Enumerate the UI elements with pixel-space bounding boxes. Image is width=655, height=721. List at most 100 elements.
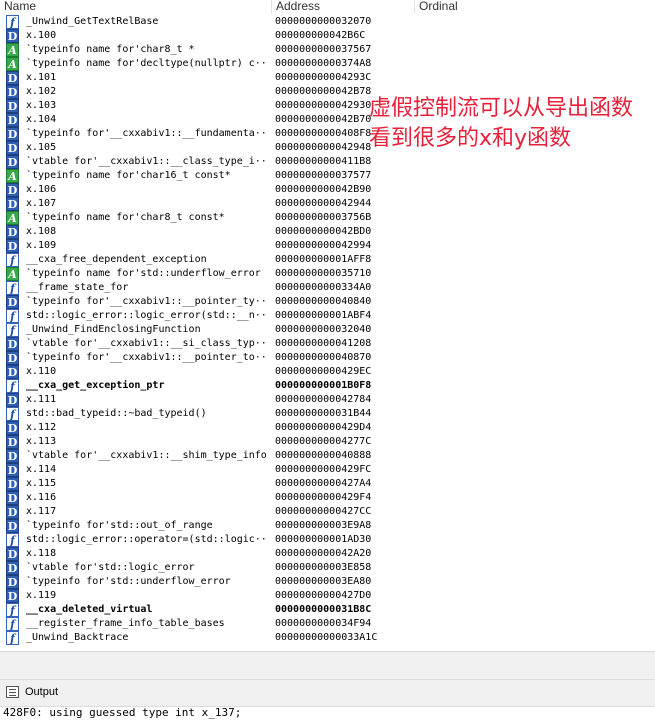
export-name: `typeinfo for'__cxxabiv1::__fundamenta··… — [26, 128, 268, 139]
export-name: _Unwind_GetTextRelBase — [26, 16, 159, 27]
output-pane-title: Output — [25, 686, 59, 698]
export-row[interactable]: Dx.117 00000000000427CC — [0, 505, 655, 519]
function-icon: f — [6, 323, 19, 337]
export-name: `typeinfo name for'char8_t * — [26, 44, 195, 55]
export-row[interactable]: Dx.118 0000000000042A20 — [0, 547, 655, 561]
export-row[interactable]: Dx.113 000000000004277C — [0, 435, 655, 449]
export-name: _Unwind_Backtrace — [26, 632, 129, 643]
export-row[interactable]: f __frame_state_for 00000000000334A0 — [0, 281, 655, 295]
export-address: 000000000004277C — [275, 436, 372, 447]
export-address: 000000000003756B — [275, 212, 372, 223]
export-row[interactable]: D `vtable for'__cxxabiv1::__shim_type_inf… — [0, 449, 655, 463]
export-row[interactable]: f std::logic_error::operator=(std::logic·… — [0, 533, 655, 547]
export-row[interactable]: A `typeinfo name for'decltype(nullptr) c·… — [0, 57, 655, 71]
export-name: x.107 — [26, 198, 57, 209]
export-row[interactable]: f _Unwind_Backtrace 00000000000033A1C — [0, 631, 655, 645]
export-address: 0000000000041208 — [275, 338, 372, 349]
export-name: x.118 — [26, 548, 57, 559]
export-name: `typeinfo name for'decltype(nullptr) c··… — [26, 58, 268, 69]
export-name: x.119 — [26, 590, 57, 601]
annotation-line-2: 看到很多的x和y函数 — [369, 126, 572, 151]
annotation-line-1: 虚假控制流可以从导出函数 — [369, 96, 634, 121]
export-row[interactable]: f _Unwind_FindEnclosingFunction 0000000000… — [0, 323, 655, 337]
export-address: 00000000000374A8 — [275, 58, 372, 69]
data-icon: D — [6, 29, 19, 43]
export-row[interactable]: D `vtable for'std::logic_error 00000000000… — [0, 561, 655, 575]
export-name: __frame_state_for — [26, 282, 129, 293]
export-row[interactable]: D `vtable for'__cxxabiv1::__class_type_i·… — [0, 155, 655, 169]
export-row[interactable]: f __register_frame_info_table_bases 000000… — [0, 617, 655, 631]
export-row[interactable]: Dx.119 00000000000427D0 — [0, 589, 655, 603]
export-row[interactable]: A `typeinfo name for'char8_t const* 000000… — [0, 211, 655, 225]
export-address: 000000000003E9A8 — [275, 520, 372, 531]
data-icon: D — [6, 435, 19, 449]
horizontal-scrollbar[interactable] — [0, 651, 655, 679]
export-row[interactable]: f __cxa_get_exception_ptr 000000000001B0F8 — [0, 379, 655, 393]
data-icon: D — [6, 519, 19, 533]
data-icon: D — [6, 421, 19, 435]
export-name: x.115 — [26, 478, 57, 489]
export-name: `typeinfo name for'char8_t const* — [26, 212, 225, 223]
data-icon: D — [6, 337, 19, 351]
export-name: __register_frame_info_table_bases — [26, 618, 225, 629]
export-address: 0000000000042994 — [275, 240, 372, 251]
function-icon: f — [6, 617, 19, 631]
export-row[interactable]: Dx.101 000000000004293C — [0, 71, 655, 85]
export-row[interactable]: f __cxa_free_dependent_exception 000000000… — [0, 253, 655, 267]
export-address: 000000000003EA80 — [275, 576, 372, 587]
export-address: 00000000000427CC — [275, 506, 372, 517]
string-icon: A — [6, 57, 19, 71]
export-name: x.104 — [26, 114, 57, 125]
export-name: `typeinfo for'__cxxabiv1::__pointer_ty··… — [26, 296, 268, 307]
export-row[interactable]: A `typeinfo name for'char16_t const* 00000… — [0, 169, 655, 183]
export-row[interactable]: f __cxa_deleted_virtual 0000000000031B8C — [0, 603, 655, 617]
export-row[interactable]: Dx.112 00000000000429D4 — [0, 421, 655, 435]
annotation-overlay: 虚假控制流可以从导出函数 看到很多的x和y函数 — [369, 94, 655, 154]
export-row[interactable]: Dx.107 0000000000042944 — [0, 197, 655, 211]
column-header-ordinal[interactable]: Ordinal — [415, 0, 655, 14]
output-window-icon — [6, 686, 19, 698]
export-row[interactable]: Dx.110 00000000000429EC — [0, 365, 655, 379]
export-name: `typeinfo for'std::out_of_range — [26, 520, 213, 531]
export-row[interactable]: D `vtable for'__cxxabiv1::__si_class_typ·… — [0, 337, 655, 351]
export-row[interactable]: Dx.116 00000000000429F4 — [0, 491, 655, 505]
export-address: 000000000001AFF8 — [275, 254, 372, 265]
export-row[interactable]: Dx.115 00000000000427A4 — [0, 477, 655, 491]
export-row[interactable]: Dx.109 0000000000042994 — [0, 239, 655, 253]
export-row[interactable]: D `typeinfo for'__cxxabiv1::__pointer_to·… — [0, 351, 655, 365]
export-row[interactable]: Dx.111 0000000000042784 — [0, 393, 655, 407]
export-address: 00000000000429F4 — [275, 492, 372, 503]
export-row[interactable]: Dx.114 00000000000429FC — [0, 463, 655, 477]
column-header-address[interactable]: Address — [272, 0, 415, 14]
export-row[interactable]: D `typeinfo for'std::out_of_range 00000000… — [0, 519, 655, 533]
export-row[interactable]: D `typeinfo for'std::underflow_error 00000… — [0, 575, 655, 589]
export-name: `vtable for'__cxxabiv1::__si_class_typ··… — [26, 338, 268, 349]
export-address: 00000000000427A4 — [275, 478, 372, 489]
column-header-name[interactable]: Name — [0, 0, 272, 14]
export-name: `typeinfo for'std::underflow_error — [26, 576, 231, 587]
data-icon: D — [6, 239, 19, 253]
export-address: 000000000003E858 — [275, 562, 372, 573]
export-name: x.113 — [26, 436, 57, 447]
string-icon: A — [6, 211, 19, 225]
export-row[interactable]: f std::bad_typeid::~bad_typeid() 000000000… — [0, 407, 655, 421]
data-icon: D — [6, 113, 19, 127]
export-row[interactable]: A `typeinfo name for'char8_t * 00000000000… — [0, 43, 655, 57]
export-row[interactable]: f std::logic_error::logic_error(std::__n·… — [0, 309, 655, 323]
export-row[interactable]: Dx.100 000000000042B6C — [0, 29, 655, 43]
export-address: 0000000000042B90 — [275, 184, 372, 195]
export-address: 0000000000042A20 — [275, 548, 372, 559]
export-address: 0000000000032070 — [275, 16, 372, 27]
export-row[interactable]: Dx.106 0000000000042B90 — [0, 183, 655, 197]
export-row[interactable]: f _Unwind_GetTextRelBase 0000000000032070 — [0, 15, 655, 29]
export-name: __cxa_free_dependent_exception — [26, 254, 207, 265]
data-icon: D — [6, 491, 19, 505]
export-row[interactable]: A `typeinfo name for'std::underflow_error… — [0, 267, 655, 281]
output-text-line: 428F0: using guessed type int x_137; — [3, 706, 242, 719]
data-icon: D — [6, 141, 19, 155]
export-row[interactable]: Dx.108 0000000000042BD0 — [0, 225, 655, 239]
export-address: 00000000000427D0 — [275, 590, 372, 601]
export-address: 000000000001ABF4 — [275, 310, 372, 321]
export-row[interactable]: D `typeinfo for'__cxxabiv1::__pointer_ty·… — [0, 295, 655, 309]
output-pane-header[interactable]: Output — [0, 679, 655, 707]
